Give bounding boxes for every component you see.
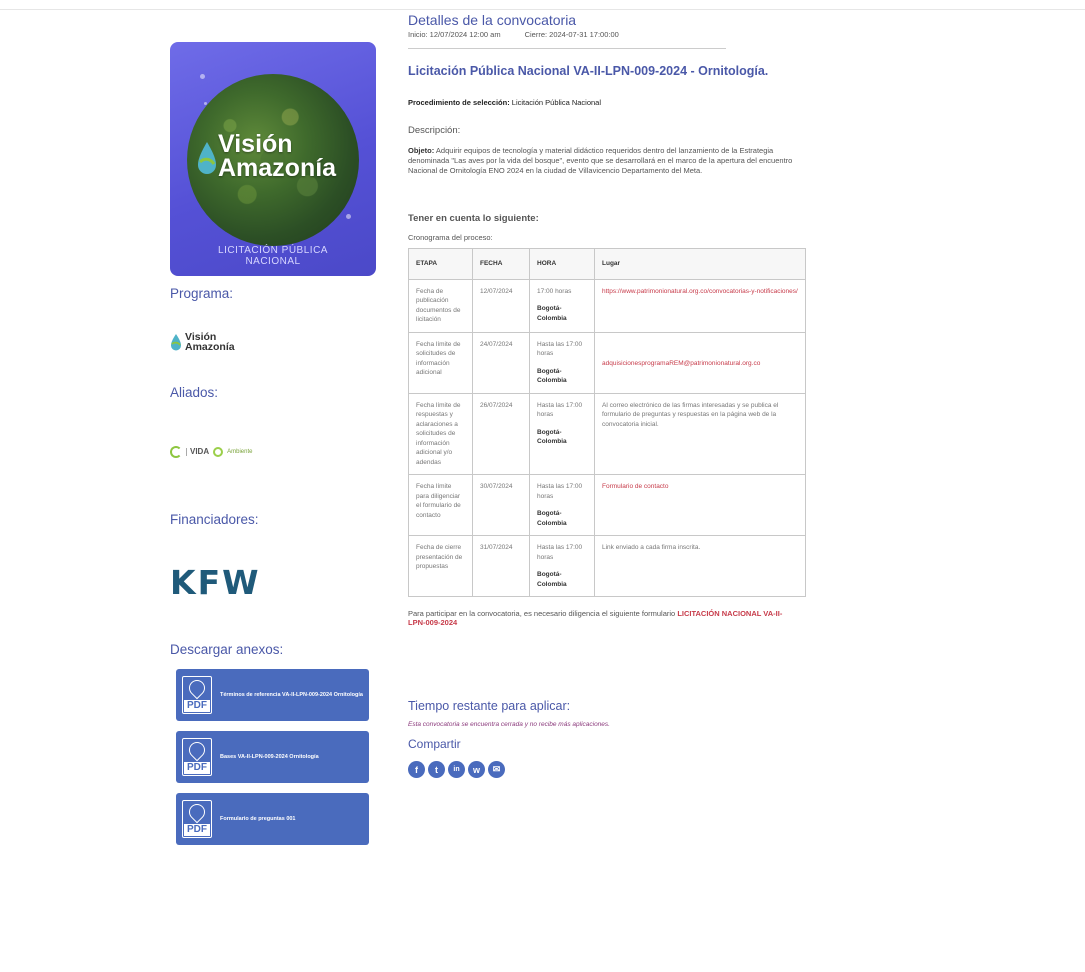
cover-subtitle-line-1: LICITACIÓN PÚBLICA [218,245,328,256]
hora-cell: Hasta las 17:00 horas Bogotá-Colombia [529,474,595,536]
cover-subtitle-line-2: NACIONAL [245,256,301,267]
leaf-drop-icon [171,334,181,351]
tiempo-restante-heading: Tiempo restante para aplicar: [408,699,571,713]
whatsapp-icon[interactable]: w [468,761,485,778]
fecha-cell: 31/07/2024 [472,535,530,597]
lugar-cell: Link enviado a cada firma inscrita. [594,535,806,597]
anexos-heading: Descargar anexos: [170,642,284,657]
anexo-download-button[interactable]: PDF Bases VA-II-LPN-009-2024 Ornitología [176,731,369,783]
leaf-drop-icon [198,142,216,174]
kfw-logo: KFW [170,563,261,602]
licitacion-title: Licitación Pública Nacional VA-II-LPN-00… [408,64,769,78]
etapa-cell: Fecha de cierre presentación de propuest… [408,535,473,597]
objeto-label: Objeto: [408,146,435,155]
convocatoria-cover-image: Visión Amazonía LICITACIÓN PÚBLICA NACIO… [170,42,376,276]
fecha-cell: 24/07/2024 [472,331,530,394]
pdf-file-icon: PDF [182,676,212,714]
lugar-email-link[interactable]: adquisicionesprogramaREM@patrimonionatur… [602,360,760,367]
lugar-cell: adquisicionesprogramaREM@patrimonionatur… [594,331,806,394]
social-share-buttons: f t in w ✉ [408,761,808,778]
participar-text: Para participar en la convocatoria, es n… [408,609,676,618]
vision-amazonia-logo: Visión Amazonía [198,130,337,182]
tener-en-cuenta-heading: Tener en cuenta lo siguiente: [408,213,539,224]
table-row: Fecha límite para diligenciar el formula… [408,474,806,536]
financiadores-heading: Financiadores: [170,512,259,527]
brand-line-2: Amazonía [218,154,337,182]
table-row: Fecha de cierre presentación de propuest… [408,535,806,597]
etapa-cell: Fecha límite de solicitudes de informaci… [408,331,473,394]
twitter-icon[interactable]: t [428,761,445,778]
etapa-cell: Fecha límite de respuestas y aclaracione… [408,392,473,475]
aliados-logo-ambiente: Ambiente [227,449,253,455]
start-date: Inicio: 12/07/2024 12:00 am [408,30,501,39]
brand-line-1: Visión [218,130,293,158]
aliados-heading: Aliados: [170,385,219,400]
lugar-link[interactable]: https://www.patrimonionatural.org.co/con… [602,288,798,295]
contact-form-link[interactable]: Formulario de contacto [602,483,668,490]
anexo-label: Bases VA-II-LPN-009-2024 Ornitología [220,753,319,760]
descripcion-heading: Descripción: [408,125,461,136]
fecha-cell: 26/07/2024 [472,392,530,475]
cover-decor-dot [346,214,351,219]
sidebar: Visión Amazonía LICITACIÓN PÚBLICA NACIO… [170,42,376,845]
convocatoria-closed-notice: Esta convocatoria se encuentra cerrada y… [408,721,610,728]
page-title: Detalles de la convocatoria [408,12,577,28]
cronograma-table: ETAPA FECHA HORA Lugar Fecha de publicac… [408,248,806,597]
facebook-icon[interactable]: f [408,761,425,778]
programa-logo-line-2: Amazonía [185,341,235,353]
column-header: Lugar [594,248,806,280]
procedimiento-value: Licitación Pública Nacional [511,98,602,107]
anexo-download-button[interactable]: PDF Formulario de preguntas 001 [176,793,369,845]
column-header: FECHA [472,248,530,280]
lugar-cell: Formulario de contacto [594,474,806,536]
table-row: Fecha de publicación documentos de licit… [408,278,806,333]
ambiente-icon [213,447,224,457]
table-row: Fecha límite de solicitudes de informaci… [408,331,806,394]
colombia-vida-icon [170,446,182,458]
column-header: HORA [529,248,595,280]
column-header: ETAPA [408,248,473,280]
hora-cell: Hasta las 17:00 horas Bogotá-Colombia [529,535,595,597]
top-divider [0,9,1085,10]
hora-cell: Hasta las 17:00 horas Bogotá-Colombia [529,392,595,475]
objeto-paragraph: Objeto: Adquirir equipos de tecnología y… [408,146,804,176]
anexo-label: Términos de referencia VA-II-LPN-009-202… [220,691,363,698]
compartir-heading: Compartir [408,737,461,751]
cronograma-heading: Cronograma del proceso: [408,233,493,242]
linkedin-icon[interactable]: in [448,761,465,778]
hora-cell: Hasta las 17:00 horas Bogotá-Colombia [529,331,595,394]
pdf-file-icon: PDF [182,800,212,838]
lugar-cell: Al correo electrónico de las firmas inte… [594,392,806,475]
email-icon[interactable]: ✉ [488,761,505,778]
cover-decor-dot [200,74,205,79]
objeto-text: Adquirir equipos de tecnología y materia… [408,146,793,175]
aliados-logo: VIDA Ambiente [170,444,376,460]
cover-subtitle: LICITACIÓN PÚBLICA NACIONAL [170,245,376,267]
anexo-label: Formulario de preguntas 001 [220,815,296,822]
programa-logo: Visión Amazonía [170,331,376,353]
hora-cell: 17:00 horas Bogotá-Colombia [529,278,595,333]
anexos-list: PDF Términos de referencia VA-II-LPN-009… [170,669,376,845]
procedimiento: Procedimiento de selección: Licitación P… [408,98,808,107]
lugar-cell: https://www.patrimonionatural.org.co/con… [594,278,806,333]
etapa-cell: Fecha de publicación documentos de licit… [408,278,473,333]
etapa-cell: Fecha límite para diligenciar el formula… [408,474,473,536]
programa-heading: Programa: [170,286,234,301]
aliados-logo-vida: VIDA [186,448,209,456]
divider [408,48,726,49]
procedimiento-label: Procedimiento de selección: [408,98,510,107]
fecha-cell: 12/07/2024 [472,278,530,333]
table-row: Fecha límite de respuestas y aclaracione… [408,392,806,475]
table-header-row: ETAPA FECHA HORA Lugar [408,248,806,280]
end-date: Cierre: 2024-07-31 17:00:00 [524,30,619,39]
participar-note: Para participar en la convocatoria, es n… [408,609,788,627]
convocatoria-details: Detalles de la convocatoria Inicio: 12/0… [408,12,808,778]
anexo-download-button[interactable]: PDF Términos de referencia VA-II-LPN-009… [176,669,369,721]
pdf-file-icon: PDF [182,738,212,776]
dates-row: Inicio: 12/07/2024 12:00 am Cierre: 2024… [408,30,808,39]
fecha-cell: 30/07/2024 [472,474,530,536]
